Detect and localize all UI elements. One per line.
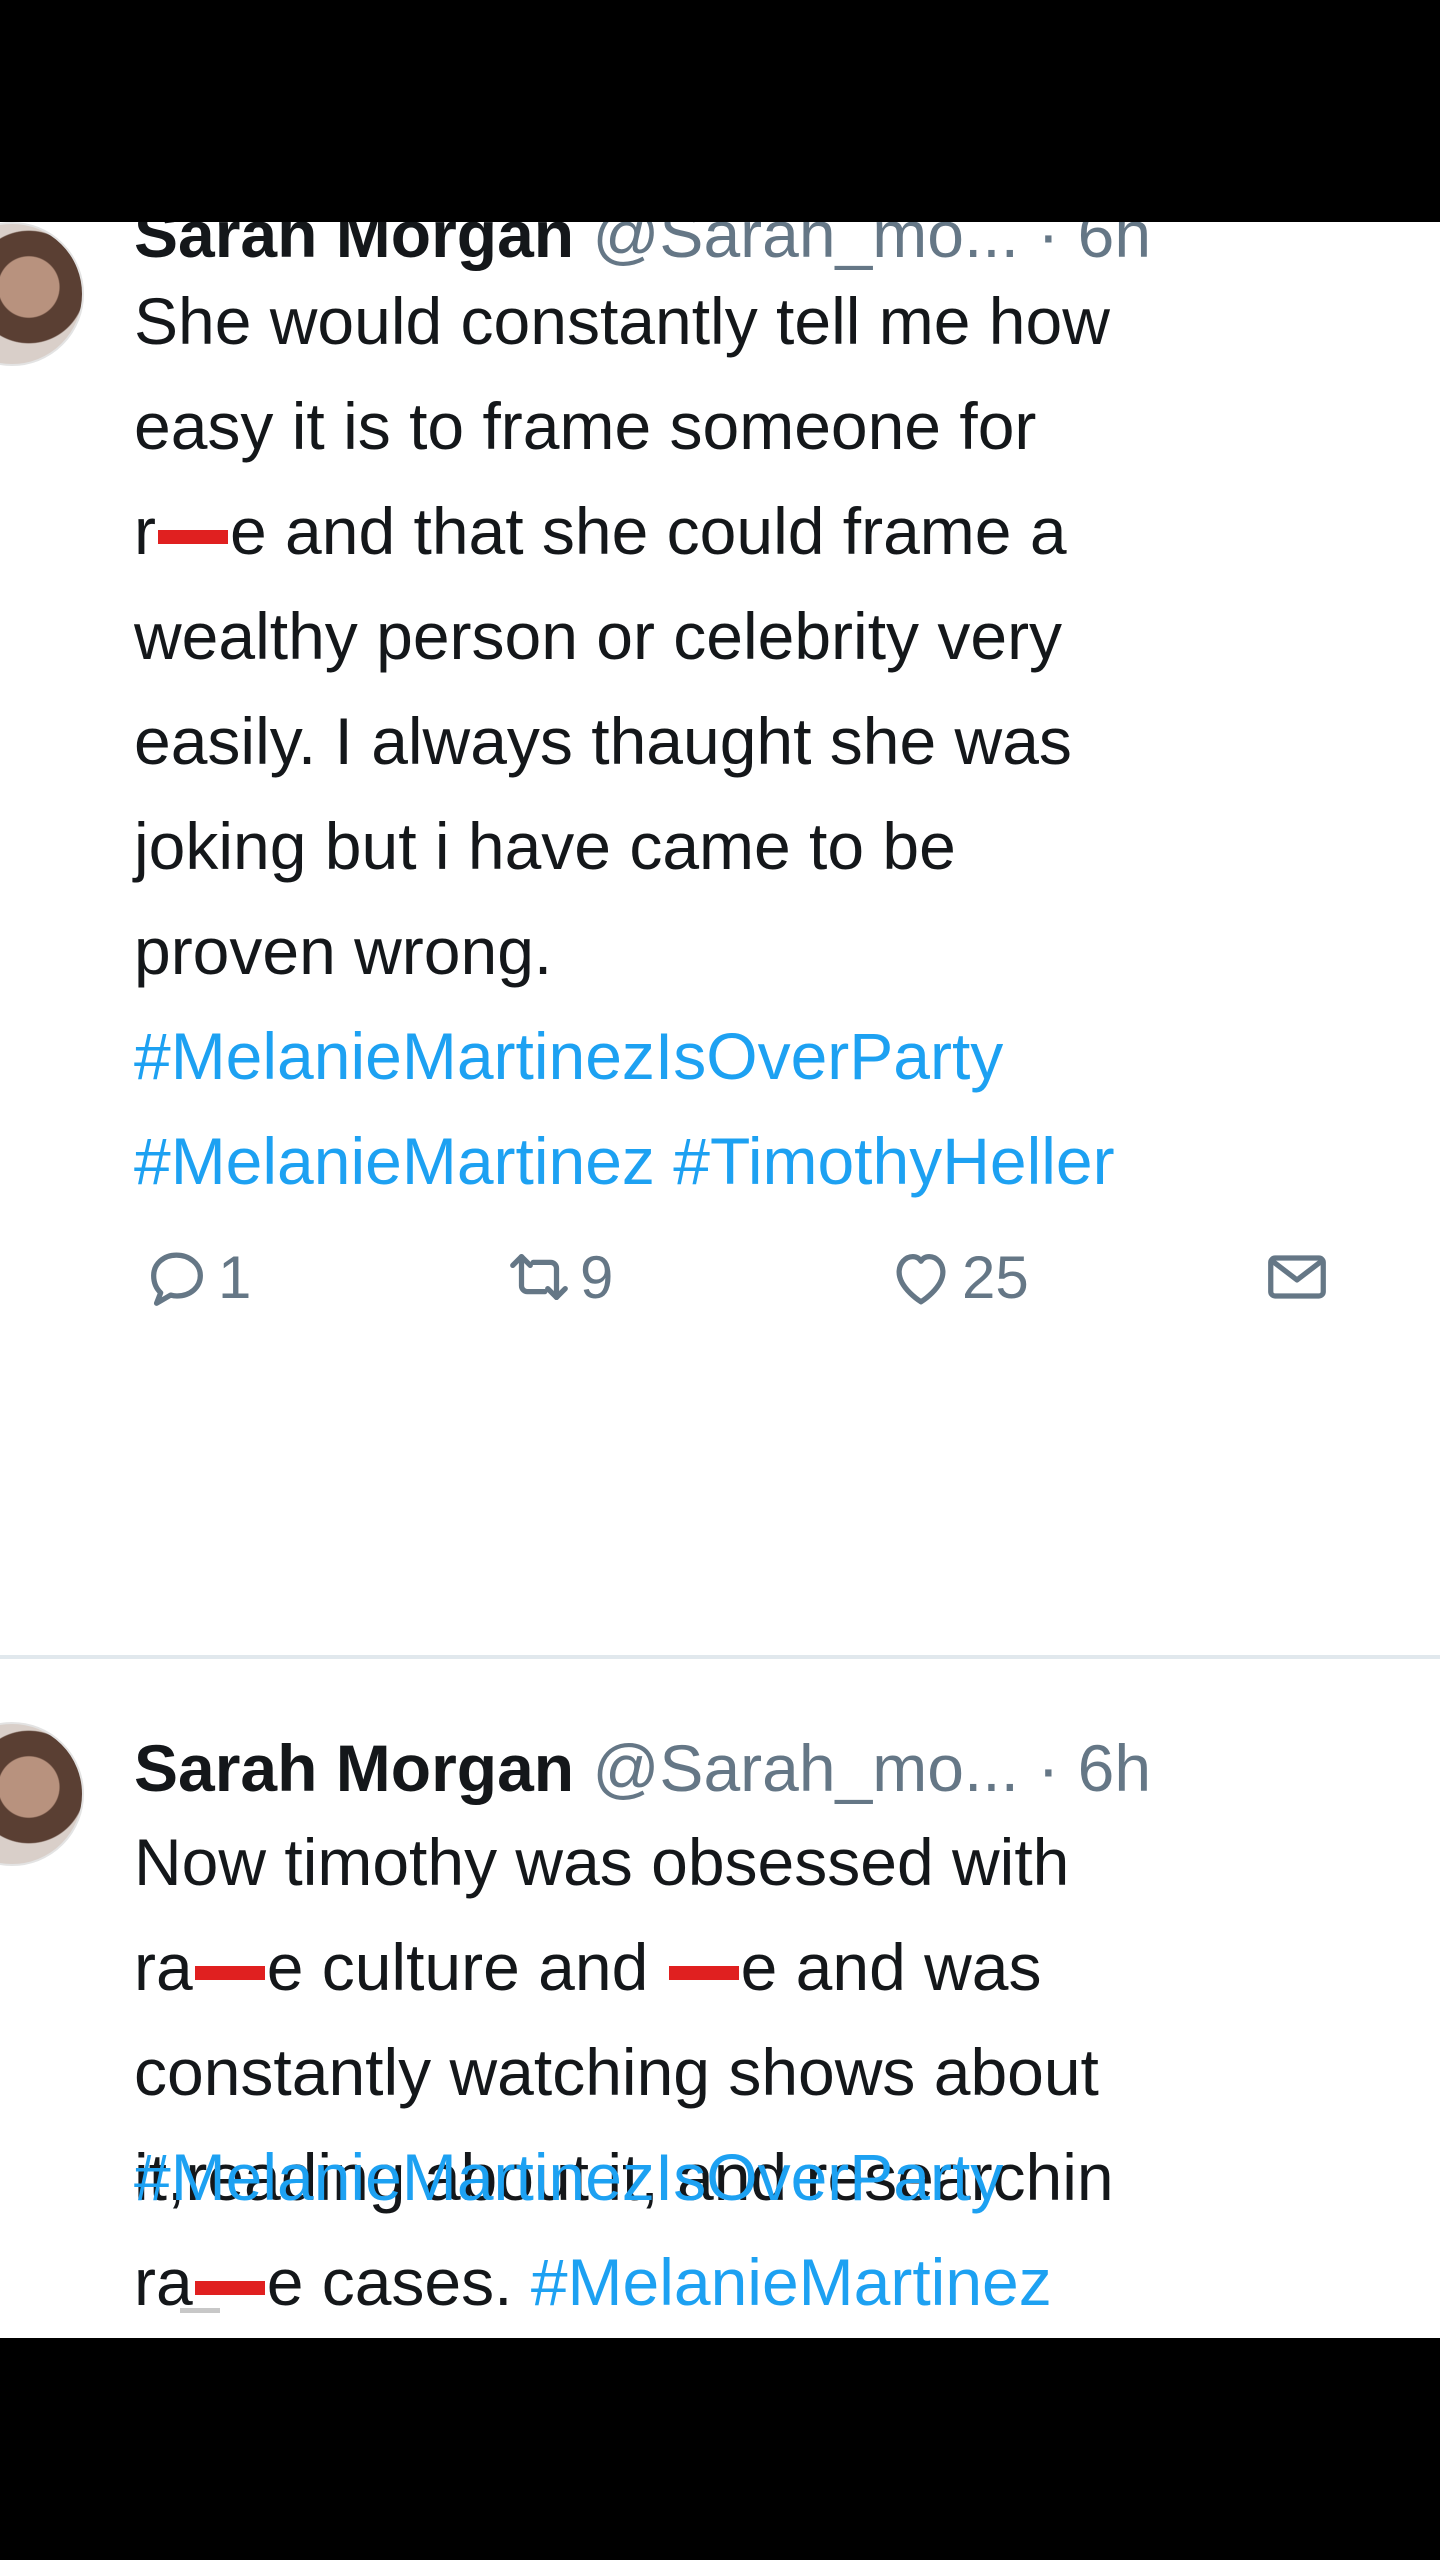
- tweet-text-fragment: e cases.: [266, 2245, 531, 2319]
- hashtag-link[interactable]: #MelanieMartinez: [531, 2245, 1052, 2319]
- tweet-text-line: r e and that she could frame a: [134, 494, 1067, 568]
- censor-mark: [157, 529, 228, 544]
- tweet-card[interactable]: Sarah Morgan @Sarah_mo... · 6h Now timot…: [0, 1662, 1440, 2332]
- author-handle[interactable]: @Sarah_mo...: [592, 222, 1019, 271]
- reply-count: 1: [218, 1243, 252, 1311]
- separator-dot: ·: [1037, 1731, 1060, 1805]
- like-count: 25: [962, 1243, 1029, 1311]
- author-handle[interactable]: @Sarah_mo...: [592, 1731, 1019, 1805]
- censor-mark: [668, 1965, 739, 1980]
- tweet-text-line: She would constantly tell me how: [134, 284, 1110, 358]
- next-tweet-indicator: [180, 2308, 220, 2313]
- tweet-header: Sarah Morgan @Sarah_mo... · 6h: [134, 222, 1151, 274]
- reply-button[interactable]: 1: [142, 1232, 251, 1322]
- tweet-text-line: Now timothy was obsessed with: [134, 1825, 1070, 1899]
- direct-message-button[interactable]: [1262, 1232, 1332, 1322]
- hashtag-link[interactable]: #MelanieMartinezIsOverParty: [134, 2140, 1003, 2214]
- like-icon: [896, 1253, 946, 1305]
- separator-dot: ·: [1037, 222, 1060, 271]
- tweet-thread-screenshot: Sarah Morgan @Sarah_mo... · 6h She would…: [0, 222, 1440, 2338]
- tweet-text-line: ra e culture and e and was: [134, 1930, 1042, 2004]
- tweet-text-line: ra e cases. #MelanieMartinez: [134, 2245, 1052, 2319]
- author-name[interactable]: Sarah Morgan: [134, 1731, 574, 1805]
- avatar[interactable]: [0, 1722, 84, 1866]
- tweet-text-line: wealthy person or celebrity very: [134, 599, 1063, 673]
- timestamp[interactable]: 6h: [1078, 222, 1151, 271]
- tweet-header: Sarah Morgan @Sarah_mo... · 6h: [134, 1728, 1151, 1808]
- censor-mark: [194, 2280, 265, 2295]
- avatar[interactable]: [0, 222, 84, 366]
- hashtag-link[interactable]: #MelanieMartinez #TimothyHeller: [134, 1124, 1115, 1198]
- tweet-text-fragment: ra: [134, 1930, 193, 2004]
- author-name[interactable]: Sarah Morgan: [134, 222, 574, 271]
- tweet-text-line: proven wrong.: [134, 914, 553, 988]
- tweet-text-line: joking but i have came to be: [134, 809, 956, 883]
- hashtag-block: #MelanieMartinezIsOverParty: [134, 2125, 1440, 2230]
- reply-icon: [151, 1252, 203, 1306]
- tweet-text-fragment: e and that she could frame a: [229, 494, 1067, 568]
- tweet-actions: 1 9 25: [134, 1232, 1364, 1322]
- tweet-text: Now timothy was obsessed with ra e cultur…: [134, 1810, 1440, 2335]
- tweet-text: She would constantly tell me how easy it…: [134, 269, 1440, 1004]
- like-button[interactable]: 25: [886, 1232, 1029, 1322]
- tweet-divider: [0, 1655, 1440, 1659]
- tweet-card[interactable]: Sarah Morgan @Sarah_mo... · 6h She would…: [0, 222, 1440, 1660]
- hashtag-link[interactable]: #MelanieMartinezIsOverParty: [134, 1019, 1003, 1093]
- retweet-icon: [510, 1253, 568, 1301]
- hashtag-block: #MelanieMartinezIsOverParty #MelanieMart…: [134, 1004, 1440, 1214]
- censor-mark: [194, 1965, 265, 1980]
- mail-icon: [1268, 1255, 1326, 1299]
- retweet-button[interactable]: 9: [504, 1232, 613, 1322]
- tweet-text-line: easy it is to frame someone for: [134, 389, 1037, 463]
- tweet-text-line: constantly watching shows about: [134, 2035, 1099, 2109]
- timestamp[interactable]: 6h: [1078, 1731, 1151, 1805]
- tweet-text-fragment: r: [134, 494, 156, 568]
- tweet-text-line: easily. I always thaught she was: [134, 704, 1072, 778]
- retweet-count: 9: [580, 1243, 614, 1311]
- tweet-text-fragment: e culture and: [266, 1930, 667, 2004]
- tweet-text-fragment: e and was: [740, 1930, 1042, 2004]
